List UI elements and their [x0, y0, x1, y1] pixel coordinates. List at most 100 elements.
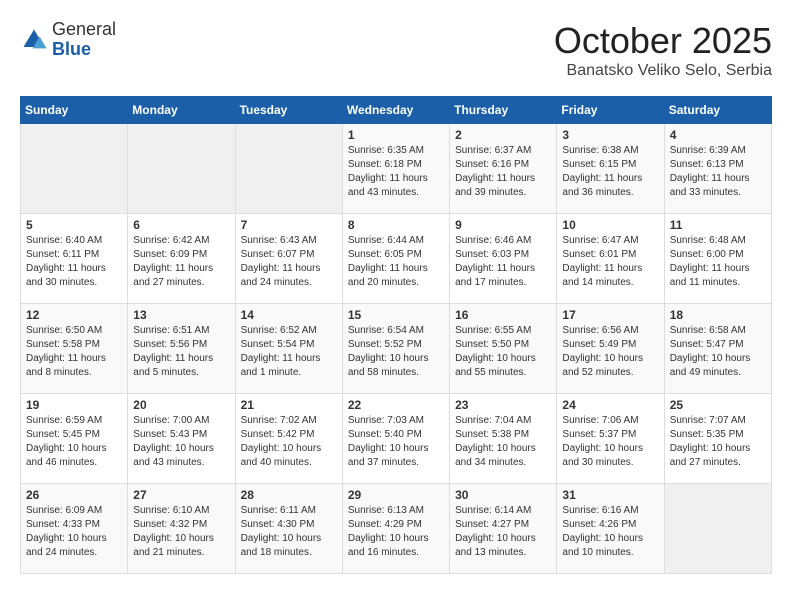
calendar-cell [664, 484, 771, 574]
week-row-2: 5Sunrise: 6:40 AM Sunset: 6:11 PM Daylig… [21, 214, 772, 304]
calendar-cell: 13Sunrise: 6:51 AM Sunset: 5:56 PM Dayli… [128, 304, 235, 394]
cell-content: Sunrise: 6:44 AM Sunset: 6:05 PM Dayligh… [348, 234, 444, 290]
calendar-cell: 10Sunrise: 6:47 AM Sunset: 6:01 PM Dayli… [557, 214, 664, 304]
day-number: 20 [133, 398, 229, 412]
calendar-cell: 15 Sunrise: 6:54 AM Sunset: 5:52 PM Dayli… [342, 304, 449, 394]
calendar-cell: 18 Sunrise: 6:58 AM Sunset: 5:47 PM Dayli… [664, 304, 771, 394]
header-day-thursday: Thursday [450, 97, 557, 124]
week-row-1: 1 Sunrise: 6:35 AM Sunset: 6:18 PM Daylig… [21, 124, 772, 214]
day-number: 15 [348, 308, 444, 322]
cell-content: Sunrise: 6:46 AM Sunset: 6:03 PM Dayligh… [455, 234, 551, 290]
header-row: SundayMondayTuesdayWednesdayThursdayFrid… [21, 97, 772, 124]
calendar-cell: 28Sunrise: 6:11 AM Sunset: 4:30 PM Dayli… [235, 484, 342, 574]
header-day-sunday: Sunday [21, 97, 128, 124]
calendar-cell: 17 Sunrise: 6:56 AM Sunset: 5:49 PM Dayli… [557, 304, 664, 394]
calendar-header: SundayMondayTuesdayWednesdayThursdayFrid… [21, 97, 772, 124]
cell-content: Sunrise: 6:52 AM Sunset: 5:54 PM Dayligh… [241, 324, 337, 380]
cell-content: Sunrise: 6:42 AM Sunset: 6:09 PM Dayligh… [133, 234, 229, 290]
logo-icon [20, 26, 48, 54]
calendar-cell: 2Sunrise: 6:37 AM Sunset: 6:16 PM Daylig… [450, 124, 557, 214]
cell-content: Sunrise: 6:55 AM Sunset: 5:50 PM Dayligh… [455, 324, 551, 380]
calendar-cell: 19 Sunrise: 6:59 AM Sunset: 5:45 PM Dayli… [21, 394, 128, 484]
day-number: 29 [348, 488, 444, 502]
cell-content: Sunrise: 7:04 AM Sunset: 5:38 PM Dayligh… [455, 414, 551, 470]
day-number: 7 [241, 218, 337, 232]
calendar-cell: 3 Sunrise: 6:38 AM Sunset: 6:15 PM Daylig… [557, 124, 664, 214]
cell-content: Sunrise: 6:58 AM Sunset: 5:47 PM Dayligh… [670, 324, 766, 380]
cell-content: Sunrise: 6:39 AM Sunset: 6:13 PM Dayligh… [670, 144, 766, 200]
calendar-table: SundayMondayTuesdayWednesdayThursdayFrid… [20, 96, 772, 574]
cell-content: Sunrise: 6:11 AM Sunset: 4:30 PM Dayligh… [241, 504, 337, 560]
calendar-cell: 5Sunrise: 6:40 AM Sunset: 6:11 PM Daylig… [21, 214, 128, 304]
calendar-cell [21, 124, 128, 214]
location-subtitle: Banatsko Veliko Selo, Serbia [554, 62, 772, 80]
cell-content: Sunrise: 6:56 AM Sunset: 5:49 PM Dayligh… [562, 324, 658, 380]
calendar-cell: 25 Sunrise: 7:07 AM Sunset: 5:35 PM Dayli… [664, 394, 771, 484]
logo-blue-text: Blue [52, 40, 116, 60]
header-day-monday: Monday [128, 97, 235, 124]
day-number: 24 [562, 398, 658, 412]
month-title: October 2025 [554, 20, 772, 62]
cell-content: Sunrise: 6:43 AM Sunset: 6:07 PM Dayligh… [241, 234, 337, 290]
week-row-4: 19 Sunrise: 6:59 AM Sunset: 5:45 PM Dayli… [21, 394, 772, 484]
cell-content: Sunrise: 7:02 AM Sunset: 5:42 PM Dayligh… [241, 414, 337, 470]
calendar-cell: 21 Sunrise: 7:02 AM Sunset: 5:42 PM Dayli… [235, 394, 342, 484]
day-number: 12 [26, 308, 122, 322]
title-block: October 2025 Banatsko Veliko Selo, Serbi… [554, 20, 772, 80]
cell-content: Sunrise: 6:40 AM Sunset: 6:11 PM Dayligh… [26, 234, 122, 290]
week-row-3: 12 Sunrise: 6:50 AM Sunset: 5:58 PM Dayli… [21, 304, 772, 394]
day-number: 19 [26, 398, 122, 412]
cell-content: Sunrise: 6:09 AM Sunset: 4:33 PM Dayligh… [26, 504, 122, 560]
day-number: 17 [562, 308, 658, 322]
calendar-body: 1 Sunrise: 6:35 AM Sunset: 6:18 PM Daylig… [21, 124, 772, 574]
cell-content: Sunrise: 6:35 AM Sunset: 6:18 PM Dayligh… [348, 144, 444, 200]
calendar-cell: 11 Sunrise: 6:48 AM Sunset: 6:00 PM Dayli… [664, 214, 771, 304]
calendar-cell: 23 Sunrise: 7:04 AM Sunset: 5:38 PM Dayli… [450, 394, 557, 484]
cell-content: Sunrise: 6:48 AM Sunset: 6:00 PM Dayligh… [670, 234, 766, 290]
day-number: 16 [455, 308, 551, 322]
cell-content: Sunrise: 6:37 AM Sunset: 6:16 PM Dayligh… [455, 144, 551, 200]
day-number: 1 [348, 128, 444, 142]
cell-content: Sunrise: 6:13 AM Sunset: 4:29 PM Dayligh… [348, 504, 444, 560]
cell-content: Sunrise: 6:50 AM Sunset: 5:58 PM Dayligh… [26, 324, 122, 380]
calendar-cell: 4 Sunrise: 6:39 AM Sunset: 6:13 PM Daylig… [664, 124, 771, 214]
cell-content: Sunrise: 6:16 AM Sunset: 4:26 PM Dayligh… [562, 504, 658, 560]
calendar-cell: 26 Sunrise: 6:09 AM Sunset: 4:33 PM Dayli… [21, 484, 128, 574]
cell-content: Sunrise: 7:07 AM Sunset: 5:35 PM Dayligh… [670, 414, 766, 470]
day-number: 26 [26, 488, 122, 502]
day-number: 9 [455, 218, 551, 232]
calendar-cell: 24Sunrise: 7:06 AM Sunset: 5:37 PM Dayli… [557, 394, 664, 484]
day-number: 10 [562, 218, 658, 232]
day-number: 22 [348, 398, 444, 412]
calendar-cell: 31 Sunrise: 6:16 AM Sunset: 4:26 PM Dayli… [557, 484, 664, 574]
logo-text: General Blue [52, 20, 116, 60]
cell-content: Sunrise: 6:54 AM Sunset: 5:52 PM Dayligh… [348, 324, 444, 380]
calendar-cell: 22Sunrise: 7:03 AM Sunset: 5:40 PM Dayli… [342, 394, 449, 484]
day-number: 21 [241, 398, 337, 412]
day-number: 4 [670, 128, 766, 142]
calendar-cell [235, 124, 342, 214]
day-number: 31 [562, 488, 658, 502]
cell-content: Sunrise: 6:14 AM Sunset: 4:27 PM Dayligh… [455, 504, 551, 560]
calendar-cell: 29 Sunrise: 6:13 AM Sunset: 4:29 PM Dayli… [342, 484, 449, 574]
header-day-tuesday: Tuesday [235, 97, 342, 124]
cell-content: Sunrise: 6:51 AM Sunset: 5:56 PM Dayligh… [133, 324, 229, 380]
day-number: 11 [670, 218, 766, 232]
day-number: 3 [562, 128, 658, 142]
logo: General Blue [20, 20, 116, 60]
cell-content: Sunrise: 6:10 AM Sunset: 4:32 PM Dayligh… [133, 504, 229, 560]
day-number: 30 [455, 488, 551, 502]
day-number: 14 [241, 308, 337, 322]
day-number: 6 [133, 218, 229, 232]
day-number: 25 [670, 398, 766, 412]
calendar-cell: 12 Sunrise: 6:50 AM Sunset: 5:58 PM Dayli… [21, 304, 128, 394]
calendar-cell: 27 Sunrise: 6:10 AM Sunset: 4:32 PM Dayli… [128, 484, 235, 574]
cell-content: Sunrise: 7:00 AM Sunset: 5:43 PM Dayligh… [133, 414, 229, 470]
cell-content: Sunrise: 6:59 AM Sunset: 5:45 PM Dayligh… [26, 414, 122, 470]
day-number: 18 [670, 308, 766, 322]
cell-content: Sunrise: 6:38 AM Sunset: 6:15 PM Dayligh… [562, 144, 658, 200]
day-number: 27 [133, 488, 229, 502]
day-number: 23 [455, 398, 551, 412]
calendar-cell: 14 Sunrise: 6:52 AM Sunset: 5:54 PM Dayli… [235, 304, 342, 394]
logo-general-text: General [52, 20, 116, 40]
